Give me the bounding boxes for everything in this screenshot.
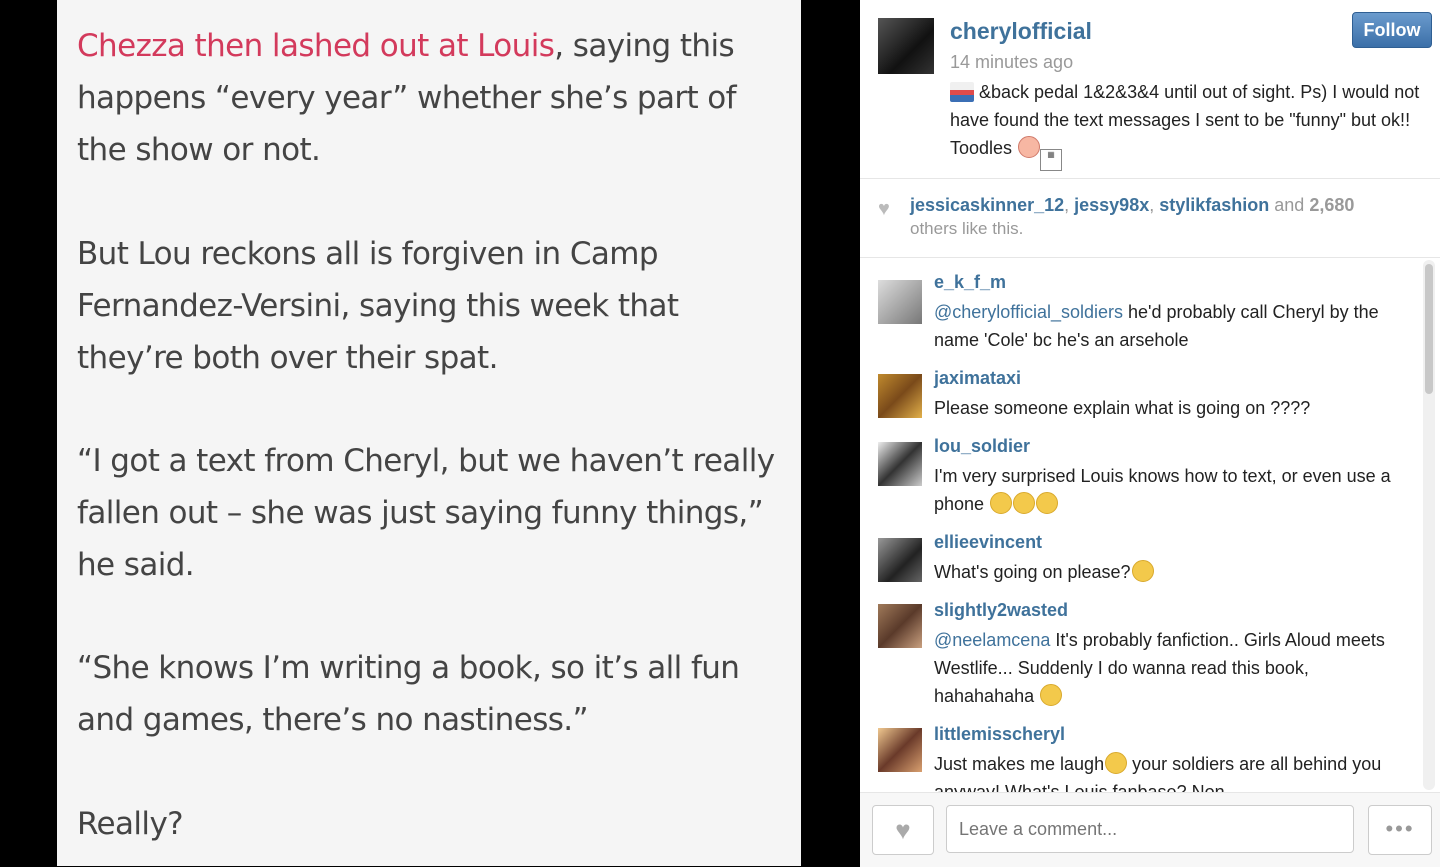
liker-link[interactable]: jessicaskinner_12 (910, 195, 1064, 215)
heart-icon: ♥ (878, 198, 890, 220)
post-header: cherylofficial 14 minutes ago &back peda… (860, 0, 1440, 179)
comment-input[interactable] (946, 805, 1354, 853)
comment-text: I'm very surprised Louis knows how to te… (934, 462, 1404, 518)
post-caption: &back pedal 1&2&3&4 until out of sight. … (950, 78, 1430, 171)
like-button[interactable]: ♥ (872, 805, 934, 855)
comments-scrollbar[interactable] (1423, 260, 1435, 790)
likes-count: 2,680 (1309, 195, 1355, 215)
post-footer: ♥ ••• (860, 792, 1440, 867)
article-paragraph-2: But Lou reckons all is forgiven in Camp … (77, 236, 679, 376)
likes-rest: others like this. (910, 219, 1024, 238)
comment-text: @cherylofficial_soldiers he'd probably c… (934, 298, 1404, 354)
laughing-emoji-icon (990, 492, 1013, 514)
face-emoji-icon (1018, 136, 1041, 158)
article-paragraph-4: “She knows I’m writing a book, so it’s a… (77, 650, 740, 738)
avatar[interactable] (878, 374, 922, 418)
comment-body: What's going on please? (934, 562, 1131, 582)
heart-icon: ♥ (895, 815, 911, 845)
article-paragraph-5: Really? (77, 806, 184, 842)
laughing-emoji-icon (1013, 492, 1036, 514)
mention-link[interactable]: @neelamcena (934, 630, 1050, 650)
boat-emoji-icon (950, 82, 974, 102)
comment-username[interactable]: lou_soldier (934, 436, 1030, 457)
comment-list: e_k_f_m @cherylofficial_soldiers he'd pr… (860, 258, 1440, 792)
comment-body: Just makes me laugh (934, 754, 1105, 774)
post-timestamp: 14 minutes ago (950, 52, 1074, 72)
laughing-emoji-icon (1131, 560, 1154, 582)
avatar[interactable] (878, 604, 922, 648)
comment-username[interactable]: ellieevincent (934, 532, 1042, 553)
comment-body: Please someone explain what is going on … (934, 398, 1311, 418)
avatar[interactable] (878, 538, 922, 582)
article-paragraph-1: Chezza then lashed out at Louis, saying … (77, 20, 787, 176)
follow-button[interactable]: Follow (1352, 12, 1432, 48)
symbol-emoji-icon: ▦ (1040, 149, 1063, 171)
instagram-post: cherylofficial 14 minutes ago &back peda… (860, 0, 1440, 867)
laughing-emoji-icon (1105, 752, 1128, 774)
comment-username[interactable]: e_k_f_m (934, 272, 1006, 293)
likes-and: and (1274, 195, 1305, 215)
more-icon: ••• (1385, 816, 1415, 841)
avatar[interactable] (878, 442, 922, 486)
comment-text: @neelamcena It's probably fanfiction.. G… (934, 626, 1404, 710)
avatar[interactable] (878, 728, 922, 772)
laughing-emoji-icon (1040, 684, 1063, 706)
comment-username[interactable]: jaximataxi (934, 368, 1021, 389)
likes-section: ♥ jessicaskinner_12, jessy98x, stylikfas… (860, 179, 1440, 258)
comment-text: What's going on please? (934, 558, 1404, 586)
post-username[interactable]: cherylofficial (950, 18, 1092, 45)
comment-text: Just makes me laugh your soldiers are al… (934, 750, 1404, 792)
avatar[interactable] (878, 280, 922, 324)
scrollbar-thumb[interactable] (1425, 264, 1433, 394)
avatar[interactable] (878, 18, 934, 74)
comment-username[interactable]: slightly2wasted (934, 600, 1068, 621)
mention-link[interactable]: @cherylofficial_soldiers (934, 302, 1123, 322)
liker-link[interactable]: jessy98x (1074, 195, 1149, 215)
liker-link[interactable]: stylikfashion (1159, 195, 1269, 215)
more-options-button[interactable]: ••• (1368, 805, 1432, 855)
likes-line: jessicaskinner_12, jessy98x, stylikfashi… (910, 195, 1355, 215)
comment-username[interactable]: littlemisscheryl (934, 724, 1065, 745)
article-panel: Chezza then lashed out at Louis, saying … (57, 0, 801, 866)
article-link[interactable]: Chezza then lashed out at Louis (77, 28, 555, 64)
laughing-emoji-icon (1036, 492, 1059, 514)
article-paragraph-3: “I got a text from Cheryl, but we haven’… (77, 443, 775, 583)
